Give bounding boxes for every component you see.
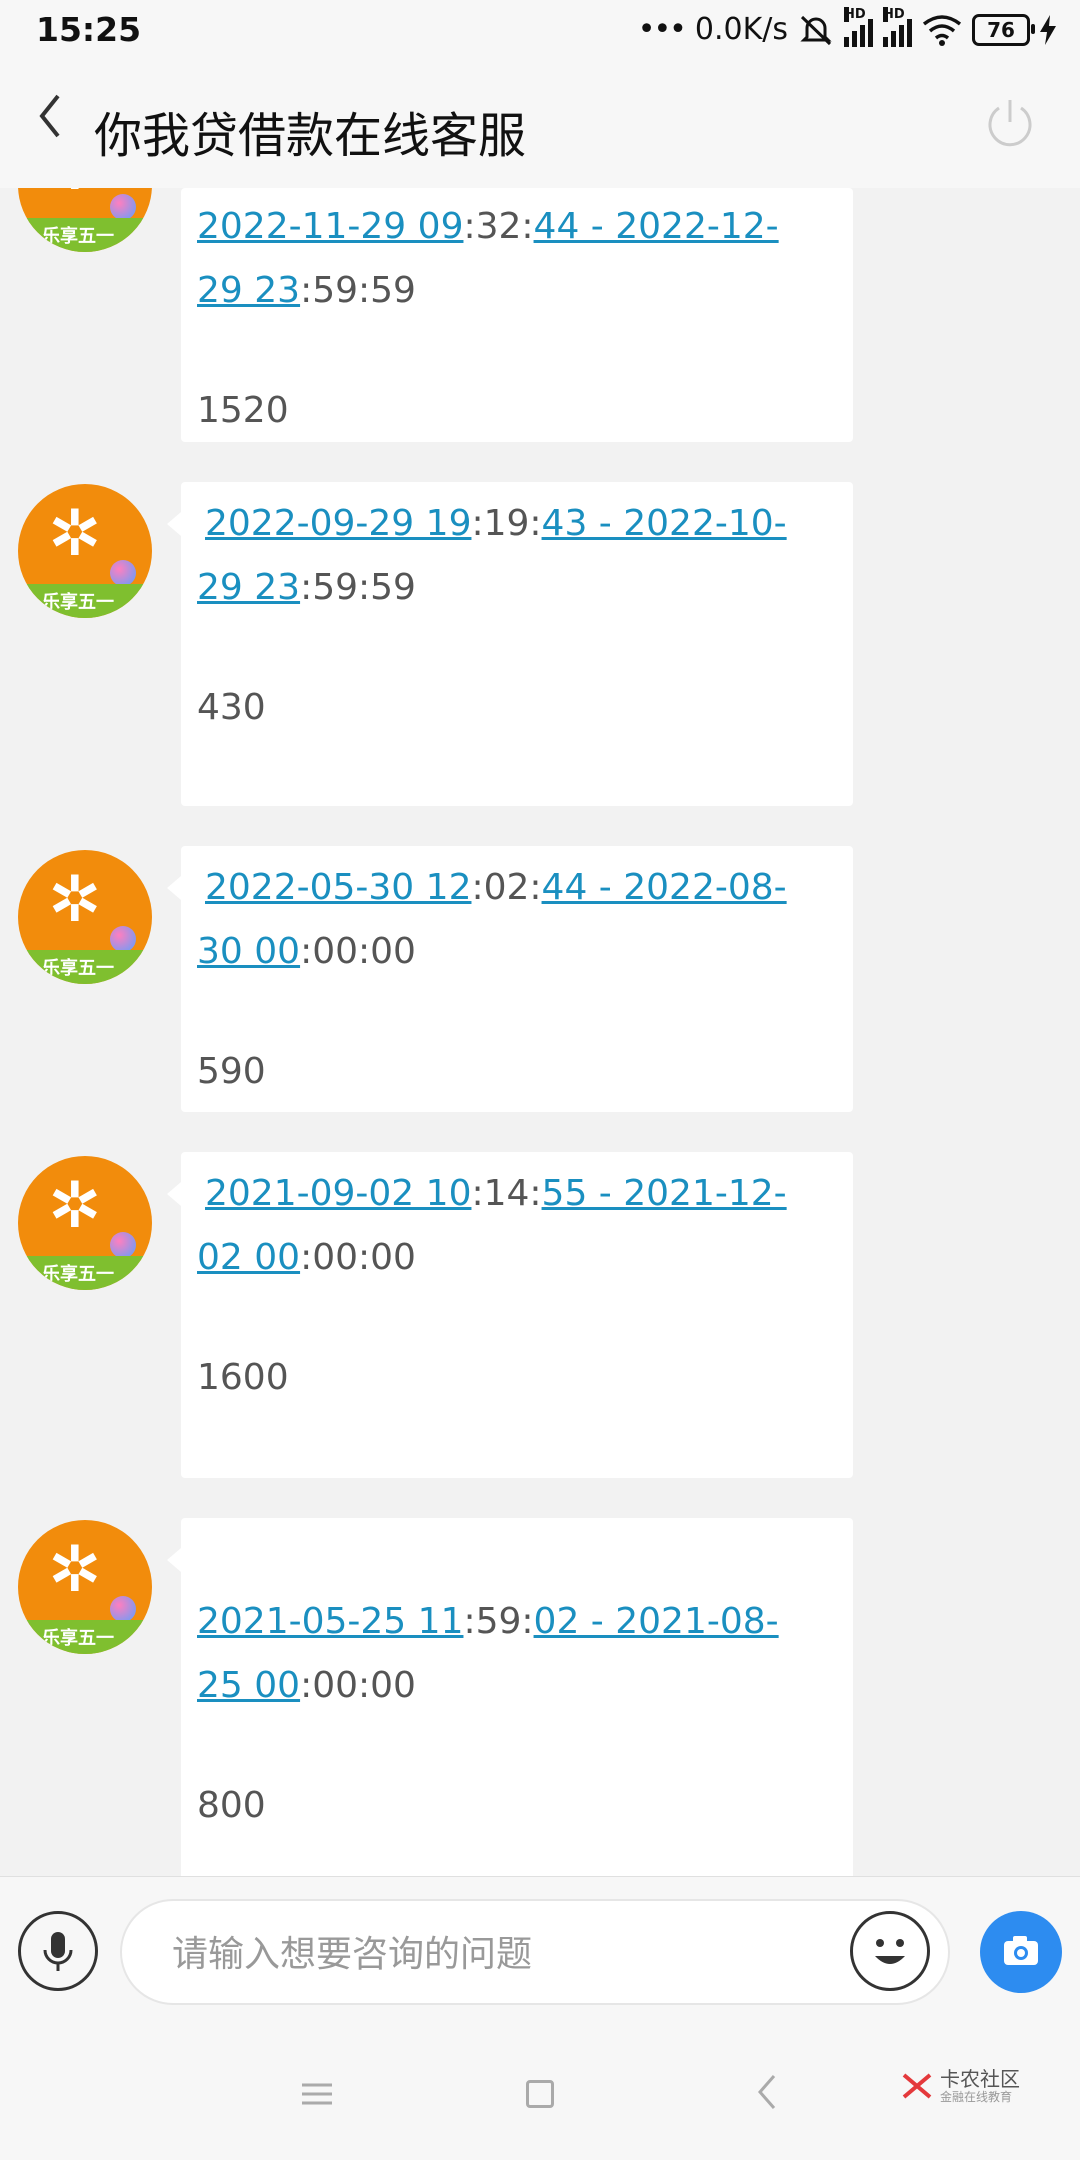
status-time: 15:25 [36, 10, 142, 49]
agent-avatar: ✲ 乐享五一 [18, 850, 152, 984]
avatar-label: 乐享五一 [42, 592, 114, 613]
system-nav-bar: 卡农社区 金融在线教育 [0, 2030, 1080, 2160]
message-date-link[interactable]: 25 00 [197, 1665, 300, 1706]
battery-icon: 76 [972, 13, 1035, 46]
title-bar: 你我贷借款在线客服 [0, 66, 1080, 188]
input-bar [0, 1876, 1080, 2031]
message-date-line-1: 2021-05-25 11:59:02 - 2021-08- [197, 1601, 779, 1642]
message-date-link[interactable]: 44 - 2022-12- [534, 206, 779, 247]
message-amount: 430 [197, 687, 266, 728]
net-speed: 0.0K/s [694, 12, 788, 47]
avatar-label: 乐享五一 [42, 1264, 114, 1285]
message-date-link[interactable]: 30 00 [197, 931, 300, 972]
chevron-left-icon [39, 94, 60, 138]
question-field[interactable] [120, 1899, 950, 2005]
watermark: 卡农社区 金融在线教育 [900, 2068, 1020, 2104]
nav-back-button[interactable] [756, 2074, 778, 2120]
message-date-link[interactable]: 2022-05-30 12 [205, 867, 471, 908]
balloon-icon [110, 926, 136, 952]
watermark-name: 卡农社区 [940, 2067, 1020, 2091]
avatar-label: 乐享五一 [42, 226, 114, 247]
nav-back-icon [758, 2075, 776, 2109]
battery-level: 76 [987, 17, 1015, 42]
chat-message-list[interactable]: ✲ 乐享五一 2022-11-29 09:32:44 - 2022-12- 29… [0, 188, 1080, 1876]
nav-menu-button[interactable] [302, 2082, 332, 2106]
page-title: 你我贷借款在线客服 [94, 108, 527, 164]
message-date-line-2: 29 23:59:59 [197, 270, 416, 311]
message-date-link[interactable]: 02 - 2021-08- [534, 1601, 779, 1642]
signal-sim1-icon: HD [844, 6, 873, 47]
more-dots-icon: ••• [637, 12, 687, 47]
avatar-label: 乐享五一 [42, 958, 114, 979]
balloon-icon [110, 560, 136, 586]
camera-button[interactable] [980, 1911, 1062, 1993]
status-icons: ••• 0.0K/s HD HD 76 [637, 6, 1056, 47]
agent-avatar: ✲ 乐享五一 [18, 484, 152, 618]
message-date-link[interactable]: 43 - 2022-10- [542, 503, 787, 544]
message-date-link[interactable]: 55 - 2021-12- [542, 1173, 787, 1214]
message-amount: 1520 [197, 390, 289, 431]
charging-bolt-icon [1040, 14, 1056, 45]
balloon-icon [110, 1232, 136, 1258]
avatar-logo-icon: ✲ [48, 863, 102, 937]
message-amount: 590 [197, 1051, 266, 1092]
message-date-link[interactable]: 02 00 [197, 1237, 300, 1278]
mute-bell-icon [800, 15, 832, 45]
message-date-line-2: 02 00:00:00 [197, 1237, 416, 1278]
microphone-icon [43, 1932, 73, 1971]
message-date-link[interactable]: 29 23 [197, 270, 300, 311]
message-bubble: 2021-09-02 10:14:55 - 2021-12- 02 00:00:… [167, 1152, 853, 1478]
balloon-icon [110, 194, 136, 220]
message-date-line-1: 2022-05-30 12:02:44 - 2022-08- [205, 867, 787, 908]
agent-avatar: ✲ 乐享五一 [18, 1156, 152, 1290]
message-date-link[interactable]: 2022-09-29 19 [205, 503, 471, 544]
message-bubble: 2022-09-29 19:19:43 - 2022-10- 29 23:59:… [167, 482, 853, 806]
back-button[interactable] [36, 90, 64, 153]
voice-input-button[interactable] [18, 1911, 98, 1991]
message-bubble: 2021-05-25 11:59:02 - 2021-08- 25 00:00:… [167, 1518, 853, 1876]
kanong-logo-icon [902, 2073, 932, 2099]
message-date-line-1: 2021-09-02 10:14:55 - 2021-12- [205, 1173, 787, 1214]
message-date-line-2: 25 00:00:00 [197, 1665, 416, 1706]
message-date-line-1: 2022-11-29 09:32:44 - 2022-12- [197, 206, 779, 247]
signal-sim2-icon: HD [883, 6, 912, 47]
message-date-link[interactable]: 2021-09-02 10 [205, 1173, 471, 1214]
agent-avatar: ✲ 乐享五一 [18, 188, 152, 252]
message-date-link[interactable]: 44 - 2022-08- [542, 867, 787, 908]
avatar-logo-icon: ✲ [48, 1169, 102, 1243]
message-date-line-2: 30 00:00:00 [197, 931, 416, 972]
avatar-logo-icon: ✲ [48, 1533, 102, 1607]
avatar-logo-icon: ✲ [48, 497, 102, 571]
message-date-link[interactable]: 2022-11-29 09 [197, 206, 463, 247]
nav-home-button[interactable] [526, 2080, 554, 2108]
avatar-label: 乐享五一 [42, 1628, 114, 1649]
message-amount: 1600 [197, 1357, 289, 1398]
message-amount: 800 [197, 1785, 266, 1826]
avatar-logo-icon: ✲ [48, 188, 102, 200]
message-date-link[interactable]: 29 23 [197, 567, 300, 608]
smiley-icon [875, 1939, 905, 1964]
question-input[interactable] [170, 1925, 814, 1983]
message-bubble: 2022-11-29 09:32:44 - 2022-12- 29 23:59:… [181, 188, 853, 442]
message-bubble: 2022-05-30 12:02:44 - 2022-08- 30 00:00:… [167, 846, 853, 1112]
agent-avatar: ✲ 乐享五一 [18, 1520, 152, 1654]
watermark-tagline: 金融在线教育 [940, 2090, 1013, 2104]
status-bar: 15:25 ••• 0.0K/s HD HD 76 [0, 0, 1080, 66]
wifi-icon [922, 14, 962, 46]
message-date-link[interactable]: 2021-05-25 11 [197, 1601, 463, 1642]
camera-icon [1004, 1936, 1038, 1965]
balloon-icon [110, 1596, 136, 1622]
power-button[interactable] [982, 96, 1038, 152]
message-date-line-2: 29 23:59:59 [197, 567, 416, 608]
emoji-button[interactable] [850, 1911, 930, 1991]
message-date-line-1: 2022-09-29 19:19:43 - 2022-10- [205, 503, 787, 544]
